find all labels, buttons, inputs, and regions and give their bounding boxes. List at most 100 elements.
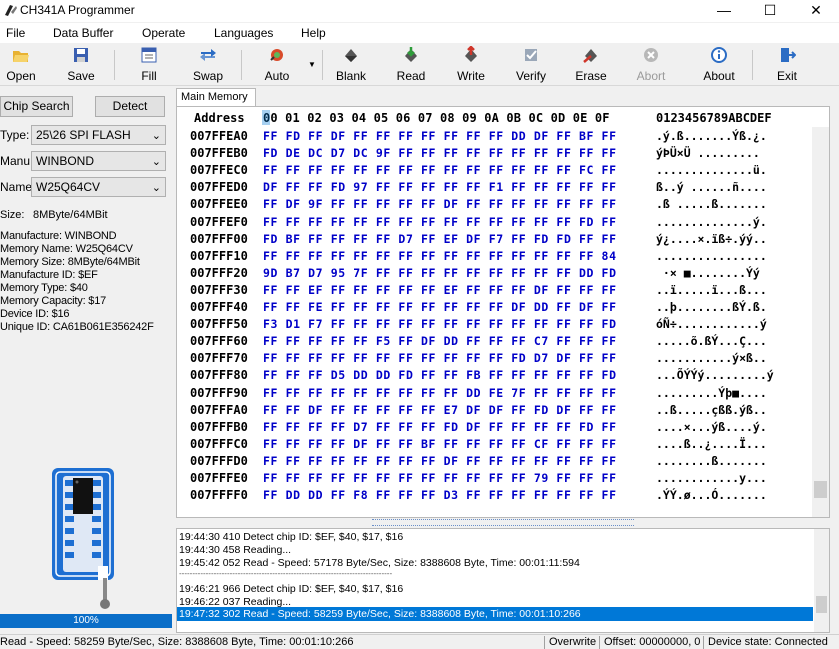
row-ascii[interactable]: ...........ý×ß..	[656, 351, 767, 365]
fill-button[interactable]: Fill	[130, 44, 168, 84]
row-address: 007FFEC0	[190, 163, 248, 178]
row-ascii[interactable]: ß..ý ......ñ....	[656, 180, 767, 194]
row-hex-bytes[interactable]: FF FF FF FF FF FF FF FF FF DD FE 7F FF F…	[263, 386, 617, 400]
chip-search-button[interactable]: Chip Search	[0, 96, 73, 117]
row-ascii[interactable]: .....õ.ßÝ...Ç...	[656, 334, 767, 348]
about-button[interactable]: About	[700, 44, 738, 84]
close-button[interactable]: ✕	[793, 0, 839, 22]
row-ascii[interactable]: ................	[656, 249, 767, 263]
log-divider: ----------------------------------------…	[179, 569, 393, 578]
row-ascii[interactable]: ..ï.....ï...ß...	[656, 283, 767, 297]
row-hex-bytes[interactable]: FF FF FF FF FF FF FF FF FF FF FF FF FF F…	[263, 163, 617, 177]
row-ascii[interactable]: ............y...	[656, 471, 767, 485]
write-button[interactable]: Write	[452, 44, 490, 84]
row-hex-bytes[interactable]: FD DE DC D7 DC 9F FF FF FF FF FF FF FF F…	[263, 146, 617, 160]
menu-file[interactable]: File	[6, 26, 25, 40]
read-button[interactable]: Read	[392, 44, 430, 84]
abort-icon	[644, 48, 658, 62]
log-vertical-scrollbar[interactable]	[814, 529, 829, 632]
swap-label: Swap	[192, 69, 224, 83]
row-ascii[interactable]: ..............ý.	[656, 215, 767, 229]
toolbar-separator	[322, 50, 323, 80]
row-hex-bytes[interactable]: FF FF EF FF FF FF FF FF EF FF FF FF DF F…	[263, 283, 617, 297]
row-address: 007FFF60	[190, 334, 248, 349]
tab-main-memory[interactable]: Main Memory	[176, 88, 256, 107]
row-hex-bytes[interactable]: DF FF FF FD 97 FF FF FF FF FF F1 FF FF F…	[263, 180, 617, 194]
row-ascii[interactable]: ...ÕÝÝý.........ý	[656, 368, 774, 382]
abort-label: Abort	[636, 69, 666, 83]
auto-button[interactable]: Auto	[258, 44, 296, 84]
chip-name-select[interactable]: W25Q64CV ⌄	[31, 177, 166, 197]
row-hex-bytes[interactable]: FF FF FF FF FF FF FF FF DF FF FF FF FF F…	[263, 454, 617, 468]
app-logo-icon	[5, 5, 17, 16]
row-hex-bytes[interactable]: FF FF FE FF FF FF FF FF FF FF FF DF DD F…	[263, 300, 617, 314]
erase-icon	[583, 49, 597, 63]
row-ascii[interactable]: ..............ü.	[656, 163, 767, 177]
row-ascii[interactable]: ........ß.......	[656, 454, 767, 468]
type-select[interactable]: 25\26 SPI FLASH ⌄	[31, 125, 166, 145]
ascii-header: 0123456789ABCDEF	[656, 111, 772, 125]
row-ascii[interactable]: .........Ýþ■....	[656, 386, 767, 400]
blank-button[interactable]: Blank	[332, 44, 370, 84]
log-scrollbar-thumb[interactable]	[816, 596, 827, 613]
menu-languages[interactable]: Languages	[214, 26, 273, 40]
chip-name-select-value: W25Q64CV	[36, 180, 101, 194]
auto-dropdown-arrow-icon[interactable]: ▼	[308, 60, 316, 69]
scrollbar-thumb[interactable]	[814, 481, 827, 498]
row-hex-bytes[interactable]: FF FD FF DF FF FF FF FF FF FF FF DD DF F…	[263, 129, 617, 143]
row-hex-bytes[interactable]: FF FF FF FF D7 FF FF FF FD DF FF FF FF F…	[263, 420, 617, 434]
floppy-disk-icon	[74, 48, 88, 62]
row-ascii[interactable]: ....ß..¿....Ï...	[656, 437, 767, 451]
row-hex-bytes[interactable]: FD BF FF FF FF FF D7 FF EF DF F7 FF FD F…	[263, 232, 617, 246]
row-hex-bytes[interactable]: FF FF FF FF FF FF FF FF FF FF FF FF FF F…	[263, 249, 617, 263]
row-ascii[interactable]: ýÞÜ×Ü .........	[656, 146, 767, 160]
save-button[interactable]: Save	[62, 44, 100, 84]
log-line: 19:45:42 052 Read - Speed: 57178 Byte/Se…	[179, 557, 580, 569]
row-ascii[interactable]: ·× ■........Ýý	[656, 266, 760, 280]
menu-operate[interactable]: Operate	[142, 26, 185, 40]
swap-button[interactable]: Swap	[189, 44, 227, 84]
splitter-handle[interactable]	[372, 519, 634, 526]
row-hex-bytes[interactable]: FF FF FF FF FF FF FF FF FF FF FF FF FF F…	[263, 215, 617, 229]
row-address: 007FFFB0	[190, 419, 248, 434]
row-hex-bytes[interactable]: FF FF DF FF FF FF FF FF E7 DF DF FF FD D…	[263, 403, 617, 417]
menu-data-buffer[interactable]: Data Buffer	[53, 26, 113, 40]
row-hex-bytes[interactable]: 9D B7 D7 95 7F FF FF FF FF FF FF FF FF F…	[263, 266, 617, 280]
row-hex-bytes[interactable]: FF DD DD FF F8 FF FF FF D3 FF FF FF FF F…	[263, 488, 617, 502]
title-bar: CH341A Programmer — ☐ ✕	[0, 0, 839, 22]
type-label: Type:	[0, 128, 30, 142]
row-ascii[interactable]: ....×...ýß....ý.	[656, 420, 767, 434]
row-hex-bytes[interactable]: FF FF FF FF FF F5 FF DF DD FF FF FF C7 F…	[263, 334, 617, 348]
manufacturer-select[interactable]: WINBOND ⌄	[31, 151, 166, 171]
row-hex-bytes[interactable]: FF DF 9F FF FF FF FF FF DF FF FF FF FF F…	[263, 197, 617, 211]
status-separator	[703, 636, 704, 649]
abort-button[interactable]: Abort	[632, 44, 670, 84]
detect-button[interactable]: Detect	[95, 96, 165, 117]
row-hex-bytes[interactable]: FF FF FF FF FF FF FF FF FF FF FF FF 79 F…	[263, 471, 617, 485]
row-ascii[interactable]: .ý.ß.......Ýß.¿.	[656, 129, 767, 143]
exit-button[interactable]: Exit	[768, 44, 806, 84]
manu-label: Manu:	[0, 154, 34, 168]
row-address: 007FFF80	[190, 368, 248, 383]
info-device-id: Device ID: $16	[0, 308, 70, 320]
row-ascii[interactable]: ..ß.....çßß.ýß..	[656, 403, 767, 417]
toolbar-separator	[114, 50, 115, 80]
row-ascii[interactable]: .ß .....ß.......	[656, 197, 767, 211]
toolbar: Open Save Fill Swap Auto ▼ Blank Read Wr…	[0, 44, 839, 86]
row-hex-bytes[interactable]: FF FF FF D5 DD DD FD FF FF FB FF FF FF F…	[263, 368, 617, 382]
row-ascii[interactable]: .ÝÝ.ø...Ó.......	[656, 488, 767, 502]
open-button[interactable]: Open	[2, 44, 40, 84]
row-hex-bytes[interactable]: FF FF FF FF FF FF FF FF FF FF FF FD D7 D…	[263, 351, 617, 365]
row-ascii[interactable]: ..þ........ßÝ.ß.	[656, 300, 767, 314]
row-hex-bytes[interactable]: F3 D1 F7 FF FF FF FF FF FF FF FF FF FF F…	[263, 317, 617, 331]
menu-help[interactable]: Help	[301, 26, 326, 40]
maximize-button[interactable]: ☐	[747, 0, 793, 22]
status-mode: Overwrite	[549, 636, 597, 648]
minimize-button[interactable]: —	[701, 0, 747, 22]
hex-vertical-scrollbar[interactable]	[812, 127, 829, 517]
row-ascii[interactable]: ý¿....×.ïß÷.ýý..	[656, 232, 767, 246]
verify-button[interactable]: Verify	[512, 44, 550, 84]
erase-button[interactable]: Erase	[572, 44, 610, 84]
row-ascii[interactable]: óÑ÷............ý	[656, 317, 767, 331]
row-hex-bytes[interactable]: FF FF FF FF DF FF FF BF FF FF FF FF CF F…	[263, 437, 617, 451]
